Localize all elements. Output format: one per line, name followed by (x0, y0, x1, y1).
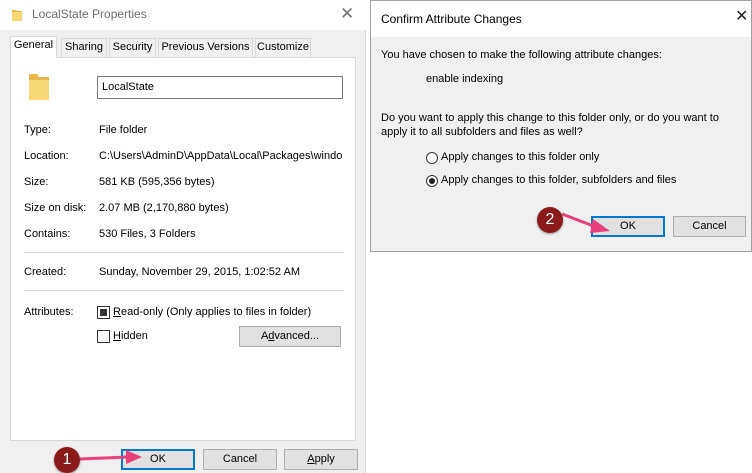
confirm-question-line1: Do you want to apply this change to this… (381, 112, 719, 124)
folder-only-label[interactable]: Apply changes to this folder only (441, 151, 599, 163)
folder-icon (29, 74, 49, 100)
created-label: Created: (24, 266, 67, 278)
properties-title: LocalState Properties (32, 7, 147, 21)
confirm-cancel-button[interactable]: Cancel (673, 216, 746, 237)
confirm-title: Confirm Attribute Changes (381, 12, 522, 26)
cancel-button[interactable]: Cancel (203, 449, 277, 470)
divider (24, 252, 344, 253)
tab-general[interactable]: General (10, 36, 57, 58)
confirm-question-line2: apply it to all subfolders and files as … (381, 126, 583, 138)
step-marker-2: 2 (537, 207, 563, 233)
location-value: C:\Users\AdminD\AppData\Local\Packages\w… (99, 150, 343, 162)
contains-value: 530 Files, 3 Folders (99, 228, 196, 240)
readonly-label[interactable]: Read-only (Only applies to files in fold… (113, 306, 311, 318)
close-icon[interactable]: ✕ (735, 8, 748, 26)
readonly-checkbox[interactable] (97, 306, 110, 319)
size-on-disk-label: Size on disk: (24, 202, 87, 214)
type-value: File folder (99, 124, 148, 136)
pointer-arrow-2 (561, 212, 610, 233)
size-label: Size: (24, 176, 49, 188)
size-on-disk-value: 2.07 MB (2,170,880 bytes) (99, 202, 229, 214)
advanced-button[interactable]: Advanced... (239, 326, 341, 347)
close-icon[interactable]: ✕ (340, 4, 354, 24)
divider (24, 290, 344, 291)
step-marker-1: 1 (54, 447, 80, 473)
folder-name-input[interactable]: LocalState (97, 76, 343, 99)
location-label: Location: (24, 150, 69, 162)
tab-customize[interactable]: Customize (255, 38, 311, 57)
properties-dialog: LocalState Properties ✕ General Sharing … (0, 0, 366, 473)
properties-titlebar[interactable]: LocalState Properties ✕ (0, 0, 366, 30)
hidden-checkbox[interactable] (97, 330, 110, 343)
change-description: enable indexing (426, 73, 504, 85)
tab-previous-versions[interactable]: Previous Versions (158, 38, 253, 57)
pointer-arrow-1 (79, 450, 142, 464)
attributes-label: Attributes: (24, 306, 74, 318)
tab-sharing[interactable]: Sharing (61, 38, 107, 57)
contains-label: Contains: (24, 228, 71, 240)
tab-security[interactable]: Security (109, 38, 156, 57)
folder-only-radio[interactable] (426, 152, 438, 164)
created-value: Sunday, November 29, 2015, 1:02:52 AM (99, 266, 300, 278)
general-panel: LocalState Type: File folder Location: C… (10, 57, 356, 441)
type-label: Type: (24, 124, 51, 136)
hidden-label[interactable]: Hidden (113, 330, 148, 342)
size-value: 581 KB (595,356 bytes) (99, 176, 215, 188)
confirm-intro: You have chosen to make the following at… (381, 49, 662, 61)
folder-icon (12, 10, 22, 21)
folder-subfolders-radio[interactable] (426, 175, 438, 187)
folder-subfolders-label[interactable]: Apply changes to this folder, subfolders… (441, 174, 676, 186)
apply-button[interactable]: Apply (284, 449, 358, 470)
